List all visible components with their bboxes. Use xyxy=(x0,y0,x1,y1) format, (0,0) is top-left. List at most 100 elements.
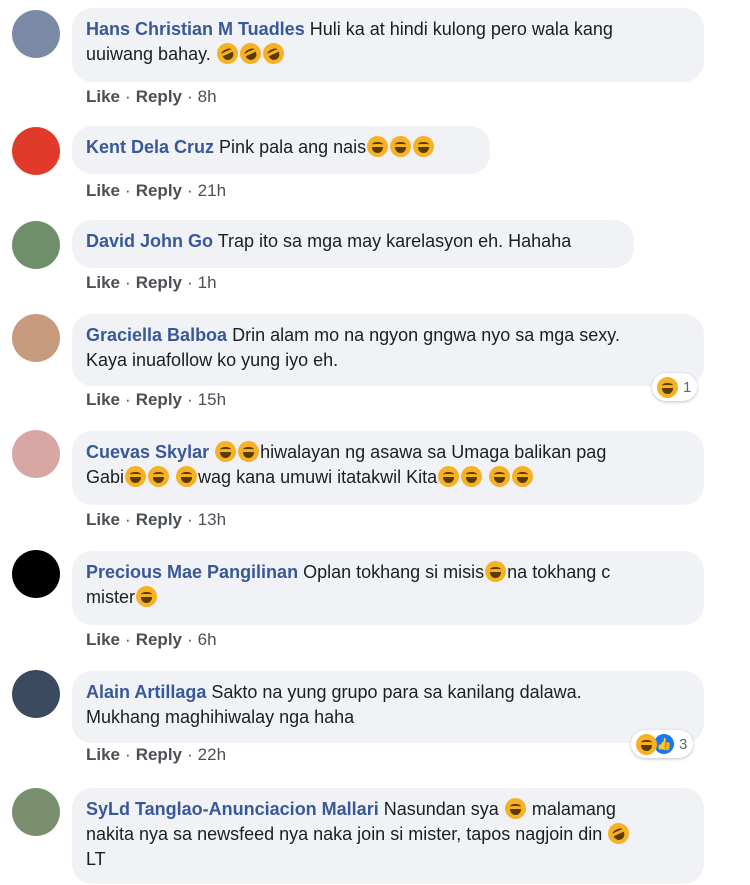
avatar[interactable] xyxy=(12,430,60,478)
comment-actions: Like · Reply · 6h xyxy=(86,630,217,650)
comment-actions: Like · Reply · 22h xyxy=(86,745,226,765)
reaction-count: 1 xyxy=(683,378,692,396)
comment-bubble: Cuevas Skylar hiwalayan ng asawa sa Umag… xyxy=(72,431,704,505)
rolling-laughing-emoji-icon xyxy=(604,819,633,848)
timestamp[interactable]: 13h xyxy=(198,510,226,529)
like-link[interactable]: Like xyxy=(86,510,120,529)
reply-link[interactable]: Reply xyxy=(136,181,182,200)
comment-bubble: Precious Mae Pangilinan Oplan tokhang si… xyxy=(72,551,704,625)
comment-text: Huli ka at hindi kulong pero wala kang xyxy=(309,19,613,39)
timestamp[interactable]: 21h xyxy=(198,181,226,200)
comment-actions: Like · Reply · 15h xyxy=(86,390,226,410)
comment-author[interactable]: Cuevas Skylar xyxy=(86,442,209,462)
comment-text: Drin alam mo na ngyon gngwa nyo sa mga s… xyxy=(232,325,620,345)
like-link[interactable]: Like xyxy=(86,181,120,200)
comment-author[interactable]: Alain Artillaga xyxy=(86,682,206,702)
reply-link[interactable]: Reply xyxy=(136,390,182,409)
separator: · xyxy=(125,181,131,200)
comment-bubble: David John Go Trap ito sa mga may karela… xyxy=(72,220,634,268)
comment-author[interactable]: Precious Mae Pangilinan xyxy=(86,562,298,582)
comment-text: mister xyxy=(86,587,135,607)
comment-text: wag kana umuwi itatakwil Kita xyxy=(198,467,438,487)
like-link[interactable]: Like xyxy=(86,87,120,106)
reply-link[interactable]: Reply xyxy=(136,273,182,292)
comment-text: Nasundan sya xyxy=(383,799,499,819)
reaction-summary[interactable]: 1 xyxy=(652,373,698,401)
avatar[interactable] xyxy=(12,788,60,836)
reply-link[interactable]: Reply xyxy=(136,745,182,764)
reply-link[interactable]: Reply xyxy=(136,630,182,649)
separator: · xyxy=(187,510,193,529)
separator: · xyxy=(125,510,131,529)
comment-text: Kaya inuafollow ko yung iyo eh. xyxy=(86,350,339,370)
timestamp[interactable]: 1h xyxy=(198,273,217,292)
laughing-emoji-icon xyxy=(176,466,198,487)
timestamp[interactable]: 6h xyxy=(198,630,217,649)
rolling-laughing-emoji-icon xyxy=(259,39,288,68)
separator: · xyxy=(187,390,193,409)
comment-text: Gabi xyxy=(86,467,125,487)
timestamp[interactable]: 8h xyxy=(198,87,217,106)
laughing-emoji-icon xyxy=(657,376,678,398)
like-reaction-icon: 👍 xyxy=(654,734,674,754)
comment-actions: Like · Reply · 13h xyxy=(86,510,226,530)
comment-actions: Like · Reply · 21h xyxy=(86,181,226,201)
comment-text: Mukhang maghihiwalay nga haha xyxy=(86,707,355,727)
separator: · xyxy=(125,273,131,292)
laughing-emoji-icon xyxy=(461,466,483,487)
separator: · xyxy=(125,87,131,106)
comment-text: uuiwang bahay. xyxy=(86,44,211,64)
comment-bubble: Hans Christian M Tuadles Huli ka at hind… xyxy=(72,8,704,82)
timestamp[interactable]: 22h xyxy=(198,745,226,764)
separator: · xyxy=(125,390,131,409)
separator: · xyxy=(187,181,193,200)
like-link[interactable]: Like xyxy=(86,390,120,409)
like-link[interactable]: Like xyxy=(86,745,120,764)
timestamp[interactable]: 15h xyxy=(198,390,226,409)
laughing-emoji-icon xyxy=(438,466,460,487)
reaction-summary[interactable]: 👍 3 xyxy=(631,730,694,758)
comment-bubble: SyLd Tanglao-Anunciacion Mallari Nasunda… xyxy=(72,788,704,884)
avatar[interactable] xyxy=(12,550,60,598)
reply-link[interactable]: Reply xyxy=(136,87,182,106)
reply-link[interactable]: Reply xyxy=(136,510,182,529)
separator: · xyxy=(125,745,131,764)
comment-author[interactable]: SyLd Tanglao-Anunciacion Mallari xyxy=(86,799,379,819)
laughing-emoji-icon xyxy=(413,136,435,157)
laughing-emoji-icon xyxy=(489,466,511,487)
avatar[interactable] xyxy=(12,670,60,718)
comment-author[interactable]: David John Go xyxy=(86,231,213,251)
laughing-emoji-icon xyxy=(504,798,526,819)
laughing-emoji-icon xyxy=(512,466,534,487)
comment-text: malamang xyxy=(531,799,616,819)
laughing-emoji-icon xyxy=(390,136,412,157)
separator: · xyxy=(187,273,193,292)
comment-text: Trap ito sa mga may karelasyon eh. Hahah… xyxy=(217,231,572,251)
avatar[interactable] xyxy=(12,10,60,58)
comment-author[interactable]: Kent Dela Cruz xyxy=(86,137,214,157)
laughing-emoji-icon xyxy=(125,466,147,487)
avatar[interactable] xyxy=(12,314,60,362)
like-link[interactable]: Like xyxy=(86,273,120,292)
comment-author[interactable]: Hans Christian M Tuadles xyxy=(86,19,305,39)
laughing-emoji-icon xyxy=(136,586,157,607)
laughing-emoji-icon xyxy=(148,466,170,487)
avatar[interactable] xyxy=(12,221,60,269)
laughing-emoji-icon xyxy=(215,441,237,462)
comment-bubble: Alain Artillaga Sakto na yung grupo para… xyxy=(72,671,704,743)
laughing-emoji-icon xyxy=(238,441,260,462)
comment-text: hiwalayan ng asawa sa Umaga balikan pag xyxy=(260,442,607,462)
comment-bubble: Kent Dela Cruz Pink pala ang nais xyxy=(72,126,490,174)
comment-text: Sakto na yung grupo para sa kanilang dal… xyxy=(211,682,582,702)
comment-bubble: Graciella Balboa Drin alam mo na ngyon g… xyxy=(72,314,704,386)
comment-actions: Like · Reply · 8h xyxy=(86,87,217,107)
comment-author[interactable]: Graciella Balboa xyxy=(86,325,227,345)
rolling-laughing-emoji-icon xyxy=(213,39,242,68)
laughing-emoji-icon xyxy=(367,136,389,157)
avatar[interactable] xyxy=(12,127,60,175)
comment-text: Pink pala ang nais xyxy=(219,137,367,157)
laughing-emoji-icon xyxy=(485,561,507,582)
like-link[interactable]: Like xyxy=(86,630,120,649)
comment-text: Oplan tokhang si misis xyxy=(303,562,485,582)
separator: · xyxy=(187,745,193,764)
